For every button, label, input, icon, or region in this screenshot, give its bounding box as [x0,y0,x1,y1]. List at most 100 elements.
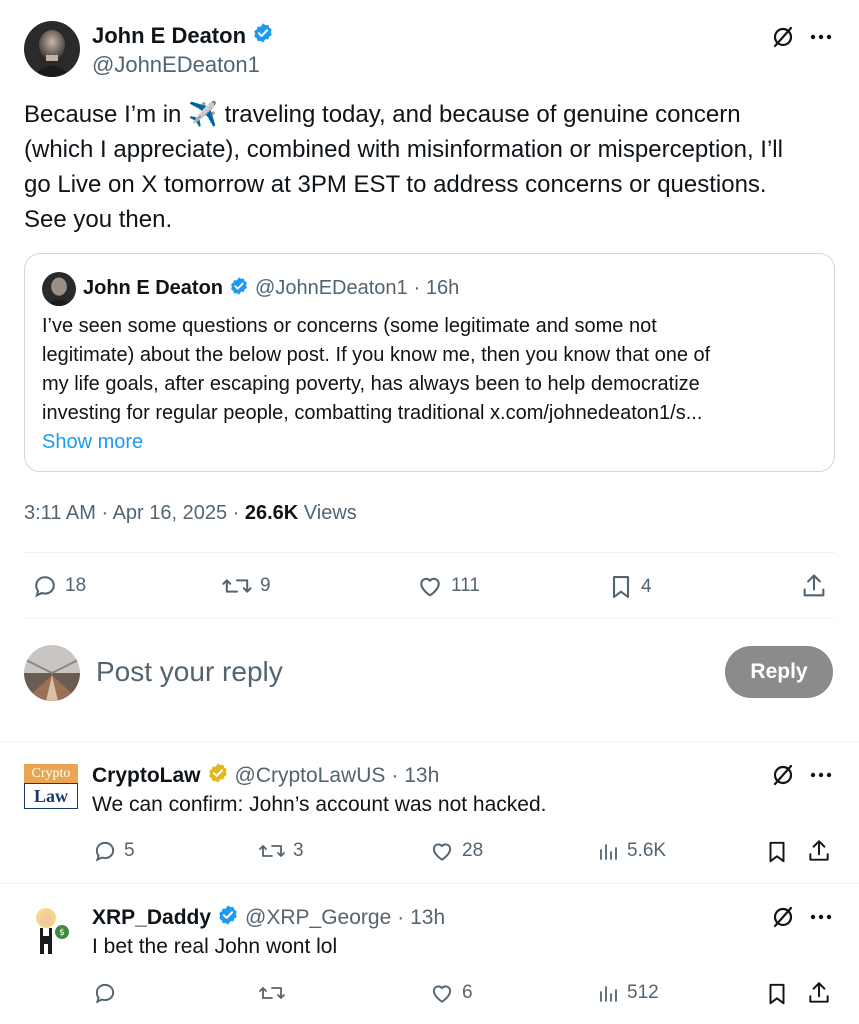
tweet-text-line: See you then. [24,206,173,233]
quote-line: my life goals, after escaping poverty, h… [42,373,700,395]
reply-input[interactable]: Post your reply [96,656,283,688]
repost-action[interactable]: 3 [257,838,304,864]
tweet-text-line: go Live on X tomorrow at 3PM EST to addr… [24,171,767,198]
heart-icon [428,838,456,864]
reply-button[interactable]: Reply [725,646,833,698]
reply-author-name[interactable]: XRP_Daddy [92,906,211,930]
author-avatar[interactable] [24,21,80,77]
reply-icon [92,838,118,864]
quoted-tweet[interactable]: John E Deaton @JohnEDeaton1 · 16h I’ve s… [24,253,835,472]
share-action[interactable] [806,980,832,1006]
reply-text: I bet the real John wont lol [92,935,338,958]
repost-count: 3 [293,840,304,861]
tweet-timestamp[interactable]: 3:11 AM · Apr 16, 2025 · [24,502,245,524]
verified-badge-icon [229,276,249,301]
bookmark-count: 4 [641,576,652,597]
grok-icon[interactable] [770,24,796,50]
tweet-text-line: (which I appreciate), combined with misi… [24,136,783,163]
share-action[interactable] [806,838,832,864]
author-name[interactable]: John E Deaton [92,23,246,49]
repost-action[interactable] [257,980,293,1006]
grok-icon[interactable] [770,904,796,930]
share-action[interactable] [800,572,828,600]
like-action[interactable]: 28 [428,838,483,864]
like-action[interactable]: 111 [415,572,480,600]
repost-icon [257,838,287,864]
more-options-icon[interactable] [808,762,834,788]
reply-avatar-top: Crypto [24,764,78,783]
views-bar-chart-icon [597,980,621,1006]
divider [24,618,835,619]
like-count: 111 [451,575,480,596]
reply-action[interactable] [92,980,124,1006]
airplane-emoji: ✈️ [188,101,218,128]
tweet-text-part: traveling today, and because of genuine … [224,101,741,128]
quote-author-avatar [42,272,76,306]
quote-time: · 16h [413,277,460,299]
reply-icon [31,572,59,600]
bookmark-icon [764,838,790,866]
tweet-text-line: Because I’m in ✈️ traveling today, and b… [24,97,844,132]
more-options-icon[interactable] [808,24,834,50]
like-count: 6 [462,982,473,1003]
views-action[interactable]: 5.6K [597,838,666,864]
views-count: 512 [627,982,659,1003]
bookmark-action[interactable] [764,838,790,866]
repost-icon [220,572,254,600]
more-options-icon[interactable] [808,904,834,930]
share-icon [806,980,832,1006]
views-label: Views [298,502,357,524]
like-count: 28 [462,840,484,861]
like-action[interactable]: 6 [428,980,473,1006]
reply-author-handle[interactable]: @CryptoLawUS [235,764,386,788]
reply-time[interactable]: · 13h [397,906,445,930]
tweet-text: Because I’m in ✈️ traveling today, and b… [24,97,844,237]
bookmark-action[interactable]: 4 [607,572,652,602]
views-bar-chart-icon [597,838,621,864]
reply-avatar[interactable]: $ [26,902,76,958]
quote-line: I’ve seen some questions or concerns (so… [42,315,657,337]
quote-author-handle: @JohnEDeaton1 [255,277,408,299]
heart-icon [415,572,445,600]
share-icon [806,838,832,864]
reply-time[interactable]: · 13h [391,764,439,788]
gold-verified-badge-icon [207,762,229,789]
quote-line: legitimate) about the below post. If you… [42,344,711,366]
divider [0,883,859,884]
tweet-meta: 3:11 AM · Apr 16, 2025 · 26.6K Views [24,502,357,525]
tweet-text-part: Because I’m in [24,101,182,128]
reply-author-handle[interactable]: @XRP_George [245,906,391,930]
views-count: 5.6K [627,840,667,861]
repost-count: 9 [260,575,271,596]
repost-action[interactable]: 9 [220,572,271,600]
bookmark-icon [764,980,790,1008]
reply-avatar-bottom: Law [24,783,78,809]
reply-action[interactable]: 5 [92,838,135,864]
reply-action[interactable]: 18 [31,572,86,600]
show-more-link[interactable]: Show more [42,428,822,457]
reply-text: We can confirm: John’s account was not h… [92,793,547,816]
verified-badge-icon [217,904,239,931]
divider [24,552,835,553]
verified-badge-icon [252,22,274,49]
grok-icon[interactable] [770,762,796,788]
reply-avatar[interactable]: Crypto Law [24,764,78,810]
repost-icon [257,980,287,1006]
author-handle[interactable]: @JohnEDeaton1 [92,52,260,78]
reply-count: 18 [65,575,87,596]
svg-text:$: $ [59,928,65,938]
views-count: 26.6K [244,502,299,524]
reply-icon [92,980,118,1006]
quote-author-name: John E Deaton [83,277,224,299]
bookmark-icon [607,572,635,602]
quote-text: I’ve seen some questions or concerns (so… [42,312,822,457]
reply-count: 5 [124,840,135,861]
heart-icon [428,980,456,1006]
views-action[interactable]: 512 [597,980,659,1006]
reply-author-name[interactable]: CryptoLaw [92,764,201,788]
bookmark-action[interactable] [764,980,790,1008]
divider [0,741,859,742]
my-avatar[interactable] [24,645,80,701]
share-icon [800,572,828,600]
quote-line: investing for regular people, combatting… [42,402,703,424]
